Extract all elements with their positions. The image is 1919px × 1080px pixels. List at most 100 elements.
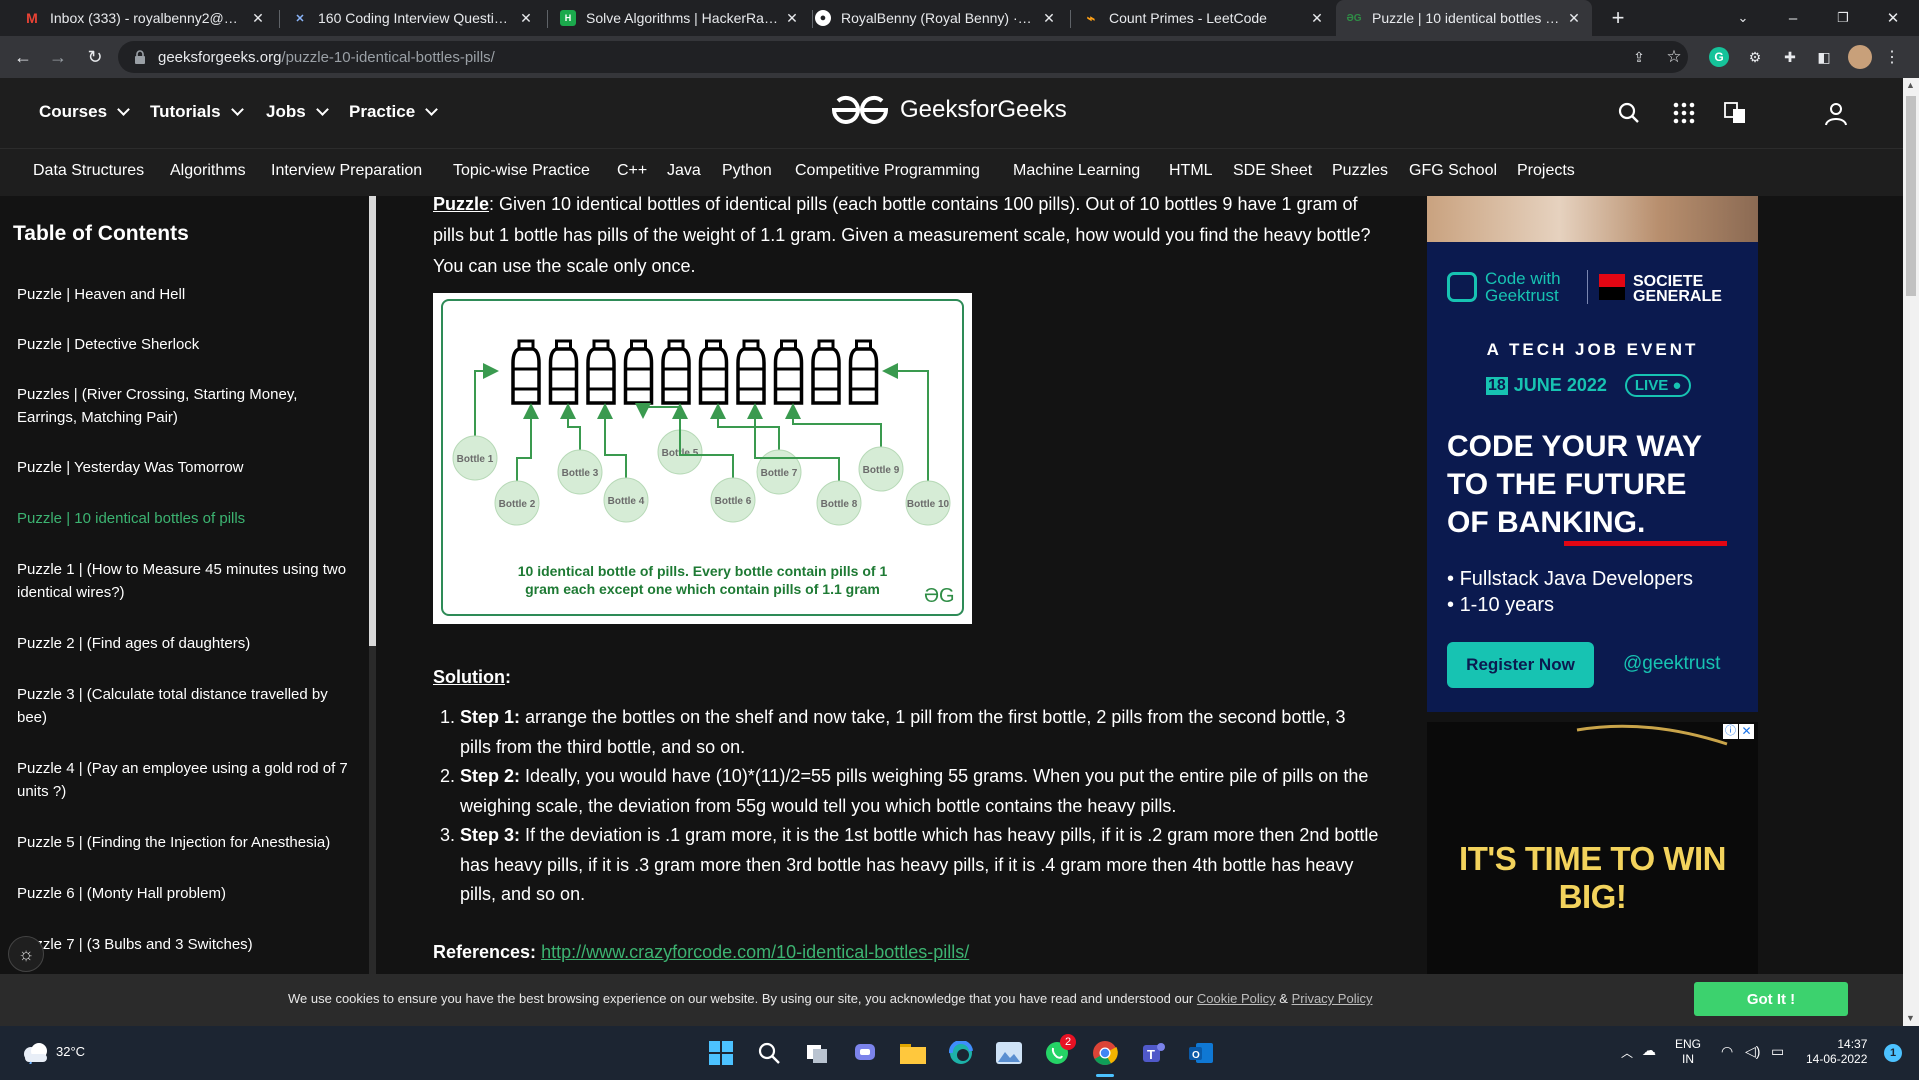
- register-now-button[interactable]: Register Now: [1447, 642, 1594, 688]
- back-icon[interactable]: ←: [8, 42, 38, 72]
- toc-item[interactable]: Puzzle | Yesterday Was Tomorrow: [17, 456, 357, 479]
- scroll-down-icon[interactable]: ▼: [1906, 1013, 1915, 1023]
- toc-item[interactable]: Puzzle 2 | (Find ages of daughters): [17, 632, 357, 655]
- subnav-puzzles[interactable]: Puzzles: [1332, 162, 1388, 180]
- close-tab-icon[interactable]: ✕: [1309, 10, 1325, 27]
- translate-icon[interactable]: [1722, 100, 1748, 126]
- settings-gear-icon[interactable]: ☼: [8, 936, 44, 972]
- nav-practice[interactable]: Practice: [349, 102, 439, 122]
- gfg-logo[interactable]: GeeksforGeeks: [830, 94, 1067, 126]
- windows-start-icon[interactable]: [706, 1038, 736, 1068]
- subnav-cpp[interactable]: C++: [617, 162, 647, 180]
- toc-item-active[interactable]: Puzzle | 10 identical bottles of pills: [17, 507, 357, 530]
- subnav-python[interactable]: Python: [722, 162, 772, 180]
- subnav-projects[interactable]: Projects: [1517, 162, 1575, 180]
- toc-item[interactable]: Puzzle 7 | (3 Bulbs and 3 Switches): [17, 933, 357, 956]
- reload-icon[interactable]: ↻: [80, 42, 110, 72]
- apps-grid-icon[interactable]: [1671, 100, 1697, 126]
- subnav-machine-learning[interactable]: Machine Learning: [1013, 162, 1140, 180]
- toc-item[interactable]: Puzzle 3 | (Calculate total distance tra…: [17, 683, 357, 729]
- toc-item[interactable]: Puzzle 6 | (Monty Hall problem): [17, 882, 357, 905]
- onedrive-cloud-icon[interactable]: ☁: [1642, 1042, 1656, 1059]
- tab-gfg-active[interactable]: ƏG Puzzle | 10 identical bottles of pill…: [1336, 0, 1592, 36]
- nav-tutorials[interactable]: Tutorials: [150, 102, 244, 122]
- tab-separator: [1070, 10, 1071, 28]
- subnav-gfg-school[interactable]: GFG School: [1409, 162, 1497, 180]
- tab-gmail[interactable]: M Inbox (333) - royalbenny2@gmail.com ✕: [14, 0, 276, 36]
- tab-search-icon[interactable]: ⌄: [1720, 0, 1766, 36]
- grammarly-icon[interactable]: G: [1709, 47, 1729, 67]
- teams-icon[interactable]: T: [1138, 1038, 1168, 1068]
- extension-gear-icon[interactable]: ⚙: [1744, 46, 1766, 68]
- page-scrollbar-thumb[interactable]: [1906, 96, 1916, 296]
- toc-item[interactable]: Puzzles | (River Crossing, Starting Mone…: [17, 383, 357, 429]
- restore-icon[interactable]: ❐: [1820, 0, 1866, 36]
- chrome-icon[interactable]: [1090, 1038, 1120, 1068]
- bookmark-star-icon[interactable]: ☆: [1663, 46, 1685, 68]
- subnav-competitive-programming[interactable]: Competitive Programming: [795, 162, 980, 180]
- subnav-java[interactable]: Java: [667, 162, 701, 180]
- tab-leetcode[interactable]: ⌁ Count Primes - LeetCode ✕: [1073, 0, 1335, 36]
- user-account-icon[interactable]: [1823, 100, 1849, 126]
- volume-icon[interactable]: ◁): [1745, 1043, 1760, 1060]
- search-icon[interactable]: [754, 1038, 784, 1068]
- tab-coding-questions[interactable]: ✕ 160 Coding Interview Questions ✕: [282, 0, 544, 36]
- subnav-algorithms[interactable]: Algorithms: [170, 162, 246, 180]
- ad-close-icon[interactable]: ✕: [1739, 724, 1754, 739]
- outlook-icon[interactable]: O: [1186, 1038, 1216, 1068]
- cookie-policy-link[interactable]: Cookie Policy: [1197, 991, 1276, 1006]
- references-link[interactable]: http://www.crazyforcode.com/10-identical…: [541, 942, 969, 962]
- ad-banner-win-big[interactable]: IT'S TIME TO WIN BIG! ⓘ ✕: [1427, 722, 1758, 974]
- privacy-policy-link[interactable]: Privacy Policy: [1292, 991, 1373, 1006]
- close-tab-icon[interactable]: ✕: [250, 10, 266, 27]
- weather-temp[interactable]: 32°C: [56, 1044, 85, 1059]
- toc-scrollbar-thumb[interactable]: [369, 196, 376, 646]
- weather-cloud-icon[interactable]: [20, 1040, 48, 1066]
- toc-item[interactable]: Puzzle | Heaven and Hell: [17, 283, 357, 306]
- search-icon[interactable]: [1616, 100, 1642, 126]
- clock[interactable]: 14:37 14-06-2022: [1806, 1037, 1867, 1067]
- nav-courses[interactable]: Courses: [39, 102, 130, 122]
- battery-icon[interactable]: ▭: [1771, 1043, 1784, 1060]
- forward-icon[interactable]: →: [43, 42, 73, 72]
- side-panel-icon[interactable]: ◧: [1813, 46, 1835, 68]
- teams-chat-icon[interactable]: [850, 1038, 880, 1068]
- address-bar[interactable]: geeksforgeeks.org/puzzle-10-identical-bo…: [118, 41, 1688, 73]
- edge-browser-icon[interactable]: [946, 1038, 976, 1068]
- menu-kebab-icon[interactable]: ⋮: [1881, 46, 1903, 68]
- got-it-button[interactable]: Got It !: [1694, 982, 1848, 1016]
- file-explorer-icon[interactable]: [898, 1038, 928, 1068]
- gfg-watermark-icon: ƏG: [924, 585, 955, 607]
- subnav-sde-sheet[interactable]: SDE Sheet: [1233, 162, 1312, 180]
- close-tab-icon[interactable]: ✕: [1566, 10, 1582, 27]
- subnav-html[interactable]: HTML: [1169, 162, 1213, 180]
- subnav-interview-preparation[interactable]: Interview Preparation: [271, 162, 422, 180]
- nav-jobs[interactable]: Jobs: [266, 102, 329, 122]
- scroll-up-icon[interactable]: ▲: [1906, 80, 1915, 90]
- new-tab-icon[interactable]: +: [1606, 6, 1630, 30]
- tab-github[interactable]: ● RoyalBenny (Royal Benny) · GitHub ✕: [805, 0, 1067, 36]
- subnav-topic-wise-practice[interactable]: Topic-wise Practice: [453, 162, 590, 180]
- photos-icon[interactable]: [994, 1038, 1024, 1068]
- close-tab-icon[interactable]: ✕: [518, 10, 534, 27]
- ad-banner-tech-job-event[interactable]: Code with Geektrust SOCIETE GENERALE A T…: [1427, 196, 1758, 712]
- notification-badge[interactable]: 1: [1884, 1044, 1902, 1062]
- profile-avatar-icon[interactable]: [1848, 45, 1872, 69]
- close-tab-icon[interactable]: ✕: [1041, 10, 1057, 27]
- subnav-data-structures[interactable]: Data Structures: [33, 162, 144, 180]
- share-icon[interactable]: ⇪: [1628, 46, 1650, 68]
- wifi-icon[interactable]: ◠: [1721, 1043, 1733, 1060]
- adchoices-icon[interactable]: ⓘ: [1723, 724, 1738, 739]
- toc-item[interactable]: Puzzle 1 | (How to Measure 45 minutes us…: [17, 558, 357, 604]
- minimize-icon[interactable]: –: [1770, 0, 1816, 36]
- close-window-icon[interactable]: ✕: [1870, 0, 1916, 36]
- toc-item[interactable]: Puzzle | Detective Sherlock: [17, 333, 357, 356]
- task-view-icon[interactable]: [802, 1038, 832, 1068]
- language-indicator[interactable]: ENG IN: [1675, 1037, 1701, 1067]
- toc-item[interactable]: Puzzle 5 | (Finding the Injection for An…: [17, 831, 357, 854]
- extensions-puzzle-icon[interactable]: ✚: [1779, 46, 1801, 68]
- tray-chevron-up-icon[interactable]: ︿: [1621, 1044, 1633, 1061]
- close-tab-icon[interactable]: ✕: [784, 10, 800, 27]
- toc-item[interactable]: Puzzle 4 | (Pay an employee using a gold…: [17, 757, 357, 803]
- tab-hackerrank[interactable]: H Solve Algorithms | HackerRank ✕: [550, 0, 810, 36]
